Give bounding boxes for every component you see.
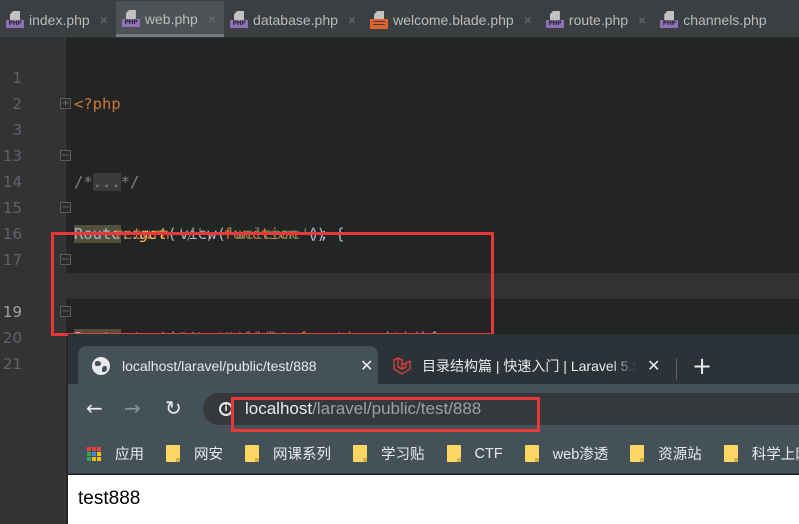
folder-icon [630,445,645,462]
fold-collapse-icon[interactable]: − [60,254,71,265]
laravel-icon [392,356,412,376]
page-output-text: test888 [78,488,141,509]
tab-title: 目录结构篇 | 快速入门 | Laravel 5.5 中文文档 [422,358,637,374]
apps-grid-dot [92,446,96,451]
close-icon[interactable]: × [524,12,532,28]
folder-icon [353,445,367,462]
code-line: 18 − Route::get('/test/{id}',function ($… [0,247,799,347]
apps-grid-dot [97,451,101,456]
bookmark-folder[interactable]: 科学上网 [723,443,799,464]
apps-grid-dot [97,456,101,461]
apps-grid-dot [87,446,91,451]
tab-label: welcome.blade.php [393,11,514,28]
php-file-icon: PHP [545,10,564,29]
bookmark-apps[interactable]: 应用 [87,443,144,464]
close-tab-icon[interactable]: ✕ [647,356,660,376]
editor-tab-channels-php[interactable]: PHP channels.php [654,2,774,37]
browser-tab-laravel-docs[interactable]: 目录结构篇 | 快速入门 | Laravel 5.5 中文文档 ✕ [388,346,678,386]
folder-icon [446,445,461,462]
editor-tab-welcome-blade-php[interactable]: welcome.blade.php × [364,2,540,37]
blade-file-icon [370,10,389,29]
editor-tab-route-php[interactable]: PHP route.php × [540,2,654,37]
code-line: 17 [0,221,799,269]
tab-title: localhost/laravel/public/test/888 [122,358,317,374]
close-icon[interactable]: × [638,12,646,28]
editor-tab-bar: PHP index.php × PHP web.php × PHP databa… [0,0,799,38]
reload-button[interactable]: ↻ [165,398,182,418]
forward-button[interactable]: → [124,398,141,418]
browser-toolbar: ← → ↻ i localhost/laravel/public/test/88… [68,384,799,434]
code-line: 15 return view('welcome'); [0,169,799,243]
folder-icon [723,445,738,462]
fold-collapse-icon[interactable]: − [60,202,71,213]
address-bar[interactable]: i localhost/laravel/public/test/888 [203,393,799,425]
tab-label: route.php [568,11,629,28]
php-file-icon: PHP [121,9,140,28]
apps-grid-dot [92,456,96,461]
apps-grid-dot [92,451,96,456]
info-icon[interactable]: i [219,402,233,416]
code-line: 13 [0,117,799,165]
close-icon[interactable]: × [100,12,108,28]
browser-window: localhost/laravel/public/test/888 ✕ 目录结构… [68,334,799,524]
apps-grid-dot [97,446,101,451]
folder-icon [524,445,539,462]
apps-grid-icon [87,446,101,461]
tab-label: channels.php [683,11,767,28]
folder-icon [166,445,180,462]
bookmark-folder[interactable]: web渗透 [524,443,608,464]
browser-tab-strip: localhost/laravel/public/test/888 ✕ 目录结构… [68,334,799,386]
new-tab-button[interactable]: + [692,354,712,378]
fold-collapse-icon[interactable]: − [60,150,71,161]
apps-grid-dot [87,456,91,461]
bookmark-folder[interactable]: 网课系列 [245,443,331,464]
line-number: 21 [2,355,22,373]
code-line: 1 <?php [0,39,799,113]
code-line-current: 19 return 'test'.$id; [0,273,799,347]
folder-icon [245,445,259,462]
editor-tab-index-php[interactable]: PHP index.php × [0,2,116,37]
php-file-icon: PHP [230,10,249,29]
tab-label: index.php [29,11,90,28]
code-line: 2 [0,65,799,113]
code-line: 14 − Route::get('/', function () { [0,143,799,243]
fold-collapse-icon[interactable]: − [60,306,71,317]
editor-tab-database-php[interactable]: PHP database.php × [224,2,364,37]
bookmark-folder[interactable]: 资源站 [630,443,702,464]
back-button[interactable]: ← [86,398,103,418]
fold-expand-icon[interactable]: + [60,98,71,109]
url-text[interactable]: localhost/laravel/public/test/888 [245,399,481,419]
apps-grid-dot [87,451,91,456]
page-content: test888 [68,475,799,524]
bookmark-folder[interactable]: 网安 [166,443,223,464]
close-tab-icon[interactable]: ✕ [360,356,373,376]
globe-icon [92,357,110,375]
code-line: 20 − }); [0,299,799,399]
close-icon[interactable]: × [348,12,356,28]
tab-label: web.php [144,10,198,27]
tab-label: database.php [253,11,338,28]
tab-separator [676,358,677,380]
close-icon[interactable]: × [208,11,216,27]
code-line: 3 + /*...*/ [0,91,799,191]
php-file-icon: PHP [660,10,679,29]
code-line: 16 − }); [0,195,799,295]
bookmarks-bar: 应用 网安 网课系列 学习贴 CTF web渗透 资源站 科学上网 [68,434,799,474]
bookmark-folder[interactable]: CTF [446,445,503,462]
editor-tab-web-php[interactable]: PHP web.php × [115,1,225,37]
php-file-icon: PHP [6,10,24,29]
bookmark-folder[interactable]: 学习贴 [353,443,425,464]
browser-tab-active[interactable]: localhost/laravel/public/test/888 ✕ [78,346,378,386]
